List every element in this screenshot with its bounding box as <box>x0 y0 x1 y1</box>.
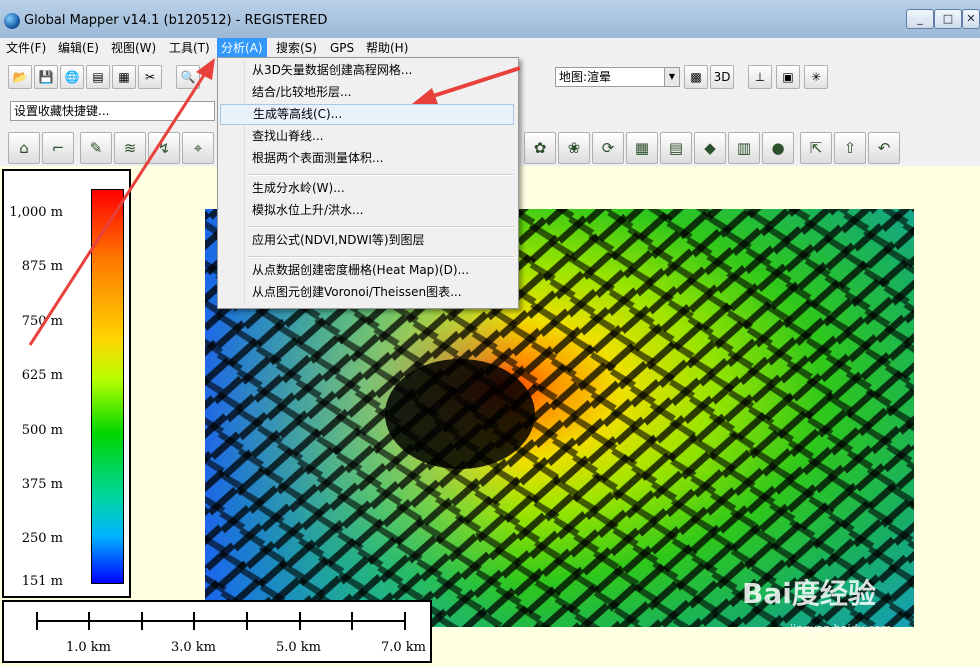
baidu-watermark: Bai度经验 <box>742 577 876 610</box>
scale-label: 7.0 km <box>381 640 427 655</box>
scale-tick <box>88 612 90 630</box>
catalog-icon[interactable]: ▤ <box>86 65 110 89</box>
legend-label: 500 m <box>21 423 63 438</box>
shortcut-input[interactable]: 设置收藏快捷键... <box>10 101 215 121</box>
reshape-icon[interactable]: ⇧ <box>834 132 866 164</box>
render-mode-value: 地图:渲晕 <box>559 70 612 84</box>
scale-tick <box>299 612 301 630</box>
scale-label: 3.0 km <box>171 640 217 655</box>
feature-info-icon[interactable]: ✳ <box>804 65 828 89</box>
menu-item-create-elevation-grid[interactable]: 从3D矢量数据创建高程网格... <box>220 60 514 81</box>
legend-label: 1,000 m <box>9 205 63 220</box>
edit-line-icon[interactable]: ✎ <box>80 132 112 164</box>
scale-tick <box>36 612 38 630</box>
split-line-icon[interactable]: ↯ <box>148 132 180 164</box>
legend-label: 375 m <box>21 477 63 492</box>
open-folder-icon[interactable]: 📂 <box>8 65 32 89</box>
globe-data-icon[interactable]: 🌐 <box>60 65 84 89</box>
menu-separator <box>248 256 514 258</box>
layer-control-icon[interactable]: ▦ <box>112 65 136 89</box>
grid-icon[interactable]: ▦ <box>626 132 658 164</box>
render-mode-select[interactable]: 地图:渲晕 ▼ <box>555 67 680 87</box>
minimize-button[interactable]: _ <box>906 9 934 29</box>
chevron-down-icon: ▼ <box>664 68 679 86</box>
menu-item-density-grid[interactable]: 从点数据创建密度栅格(Heat Map)(D)... <box>220 260 514 281</box>
undo-icon[interactable]: ↶ <box>868 132 900 164</box>
view-shed-icon[interactable]: ▣ <box>776 65 800 89</box>
legend-label: 625 m <box>21 368 63 383</box>
menu-bar: 文件(F) 编辑(E) 视图(W) 工具(T) 分析(A) 搜索(S) GPS … <box>0 38 980 58</box>
zoom-in-icon[interactable]: 🔍 <box>176 65 200 89</box>
smooth-icon[interactable]: ● <box>762 132 794 164</box>
3d-view-icon[interactable]: 3D <box>710 65 734 89</box>
scale-label: 1.0 km <box>66 640 112 655</box>
config-icon[interactable]: ✂ <box>138 65 162 89</box>
analysis-dropdown-menu: 从3D矢量数据创建高程网格... 结合/比较地形层... 生成等高线(C)...… <box>217 57 519 309</box>
menu-item-combine-terrain[interactable]: 结合/比较地形层... <box>220 82 514 103</box>
scale-bar: 1.0 km 3.0 km 5.0 km 7.0 km <box>2 600 432 663</box>
create-area-icon[interactable]: ⌂ <box>8 132 40 164</box>
scale-tick <box>246 612 248 630</box>
create-line-icon[interactable]: ⌐ <box>42 132 74 164</box>
legend-label: 250 m <box>21 531 63 546</box>
scale-label: 5.0 km <box>276 640 322 655</box>
path-profile-icon[interactable]: ⊥ <box>748 65 772 89</box>
menu-search[interactable]: 搜索(S) <box>272 38 321 58</box>
menu-item-voronoi[interactable]: 从点图元创建Voronoi/Theissen图表... <box>220 282 514 303</box>
merge-icon[interactable]: ▥ <box>728 132 760 164</box>
menu-item-measure-volume[interactable]: 根据两个表面测量体积... <box>220 148 514 169</box>
coordinate-icon[interactable]: ⌖ <box>182 132 214 164</box>
menu-item-apply-formula[interactable]: 应用公式(NDVI,NDWI等)到图层 <box>220 230 514 251</box>
menu-analysis[interactable]: 分析(A) <box>217 38 267 58</box>
menu-item-generate-contours[interactable]: 生成等高线(C)... <box>220 104 514 125</box>
contour-icon[interactable]: ≋ <box>114 132 146 164</box>
menu-gps[interactable]: GPS <box>326 38 358 58</box>
scale-tick <box>193 612 195 630</box>
menu-view[interactable]: 视图(W) <box>107 38 160 58</box>
scale-tick <box>404 612 406 630</box>
legend-label: 151 m <box>21 574 63 589</box>
legend-color-ramp <box>91 189 124 584</box>
menu-tools[interactable]: 工具(T) <box>165 38 214 58</box>
vertex-icon[interactable]: ▤ <box>660 132 692 164</box>
menu-help[interactable]: 帮助(H) <box>362 38 412 58</box>
title-bar: Global Mapper v14.1 (b120512) - REGISTER… <box>0 0 980 39</box>
legend-label: 750 m <box>21 314 63 329</box>
menu-separator <box>248 174 514 176</box>
scale-tick <box>141 612 143 630</box>
globe-icon <box>4 13 20 29</box>
menu-item-generate-watershed[interactable]: 生成分水岭(W)... <box>220 178 514 199</box>
menu-file[interactable]: 文件(F) <box>2 38 50 58</box>
close-button[interactable]: ✕ <box>962 9 980 29</box>
watermark-url: jingyan.baidu.com <box>790 622 892 635</box>
menu-item-simulate-flood[interactable]: 模拟水位上升/洪水... <box>220 200 514 221</box>
maximize-button[interactable]: □ <box>934 9 962 29</box>
move-icon[interactable]: ⇱ <box>800 132 832 164</box>
legend-label: 875 m <box>21 259 63 274</box>
shape-tool-icon[interactable]: ✿ <box>524 132 556 164</box>
fill-icon[interactable]: ◆ <box>694 132 726 164</box>
elevation-legend: 1,000 m 875 m 750 m 625 m 500 m 375 m 25… <box>2 169 131 598</box>
menu-item-find-ridge-lines[interactable]: 查找山脊线... <box>220 126 514 147</box>
buffer-icon[interactable]: ❀ <box>558 132 590 164</box>
save-icon[interactable]: 💾 <box>34 65 58 89</box>
shader-icon[interactable]: ▩ <box>684 65 708 89</box>
rotate-icon[interactable]: ⟳ <box>592 132 624 164</box>
window-title: Global Mapper v14.1 (b120512) - REGISTER… <box>24 13 328 28</box>
menu-edit[interactable]: 编辑(E) <box>54 38 103 58</box>
scale-tick <box>351 612 353 630</box>
menu-separator <box>248 226 514 228</box>
